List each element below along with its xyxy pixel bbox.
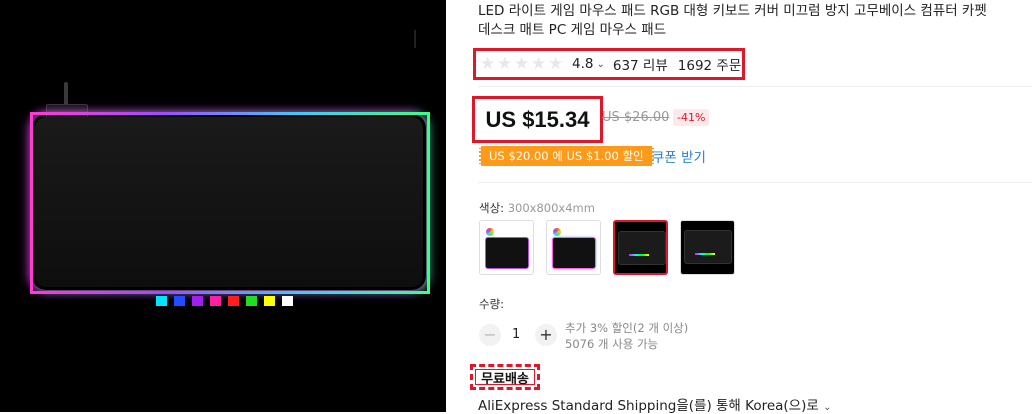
price-highlight: US $15.34 [472,96,603,143]
star-rating: ★ ★ ★ ★ ★ [480,54,564,74]
variant-option-1[interactable] [479,220,534,275]
star-icon: ★ [480,54,496,74]
quantity-decrease-button[interactable]: − [479,324,501,346]
star-icon: ★ [531,54,547,74]
variant-thumbnail [619,232,665,264]
led-color-swatches [156,296,293,306]
get-coupon-link[interactable]: 쿠폰 받기 [652,146,706,166]
divider [478,182,1032,183]
logo-icon [486,228,494,236]
variant-thumbnail [486,238,528,268]
quantity-value[interactable]: 1 [512,327,520,342]
logo-icon [553,228,561,236]
shipping-method[interactable]: AliExpress Standard Shipping을(를) 통해 Kore… [478,394,831,414]
discount-badge: -41% [673,109,710,126]
led-color-swatch [210,296,221,306]
led-color-swatch [192,296,203,306]
chevron-down-icon[interactable]: ⌄ [823,402,831,413]
led-color-swatch [264,296,275,306]
variant-option-2[interactable] [546,220,601,275]
led-color-swatch [246,296,257,306]
led-color-swatch [156,296,167,306]
bulk-discount-text: 추가 3% 할인(2 개 이상) [565,321,689,335]
variant-option-3[interactable] [613,220,668,275]
usb-cable [64,82,68,106]
led-color-swatch [282,296,293,306]
current-price: US $15.34 [485,106,590,132]
product-image[interactable] [0,0,446,412]
review-count-link[interactable]: 637 리뷰 [613,54,668,74]
stock-available-text: 5076 개 사용 가능 [565,337,659,351]
rating-row: ★ ★ ★ ★ ★ 4.8 ⌄ 637 리뷰 1692 주문 [473,48,745,80]
led-color-swatch [174,296,185,306]
image-scroll-indicator [414,30,416,48]
color-selected-value: 300x800x4mm [507,201,595,215]
product-title-line1: LED 라이트 게임 마우스 패드 RGB 대형 키보드 커버 미끄럼 방지 고… [478,3,987,19]
rgb-glow-border [30,112,430,294]
product-title-line2: 데스크 매트 PC 게임 마우스 패드 [478,22,667,38]
led-color-swatch [228,296,239,306]
free-shipping-badge: 무료배송 [470,364,540,390]
order-count: 1692 주문 [677,58,742,74]
rating-value[interactable]: 4.8 [572,56,593,72]
coupon-badge[interactable]: US $20.00 에 US $1.00 할인 [479,146,654,166]
product-title: LED 라이트 게임 마우스 패드 RGB 대형 키보드 커버 미끄럼 방지 고… [478,2,1032,40]
quantity-info: 추가 3% 할인(2 개 이상) 5076 개 사용 가능 [565,320,688,352]
color-label-text: 색상: [479,201,505,215]
quantity-label: 수량: [479,297,505,311]
variant-thumbnail [553,238,595,268]
star-icon: ★ [548,54,564,74]
quantity-increase-button[interactable]: + [535,324,557,346]
color-label: 색상: 300x800x4mm [479,200,595,216]
color-variant-list [479,220,735,275]
original-price: US $26.00 [602,110,670,125]
divider [478,86,1032,87]
variant-thumbnail [685,231,731,263]
chevron-down-icon[interactable]: ⌄ [596,59,604,70]
variant-option-4[interactable] [680,220,735,275]
star-icon: ★ [497,54,513,74]
star-icon: ★ [514,54,530,74]
